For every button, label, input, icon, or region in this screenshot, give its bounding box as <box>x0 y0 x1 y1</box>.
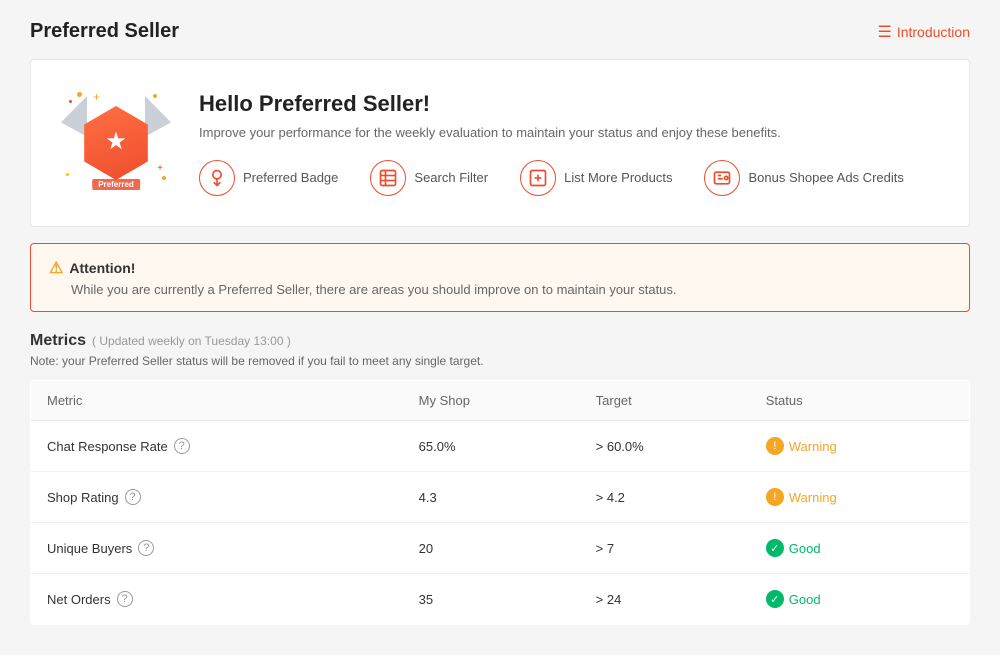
hero-description: Improve your performance for the weekly … <box>199 125 939 140</box>
ads-credits-label: Bonus Shopee Ads Credits <box>748 170 903 185</box>
ads-credits-icon <box>704 160 740 196</box>
list-products-label: List More Products <box>564 170 672 185</box>
cell-metric-name: Shop Rating ? <box>31 472 403 523</box>
attention-title: ⚠ Attention! <box>49 258 951 278</box>
col-header-myshop: My Shop <box>403 381 580 421</box>
metrics-section: Metrics ( Updated weekly on Tuesday 13:0… <box>30 332 970 625</box>
list-products-icon <box>520 160 556 196</box>
metrics-title: Metrics <box>30 332 86 350</box>
badge-text-label: Preferred <box>92 179 140 190</box>
cell-metric-name: Chat Response Rate ? <box>31 421 403 472</box>
cell-status: ! Warning <box>750 472 970 523</box>
search-filter-label: Search Filter <box>414 170 488 185</box>
metrics-header: Metrics ( Updated weekly on Tuesday 13:0… <box>30 332 970 350</box>
status-dot: ! <box>766 488 784 506</box>
status-badge: ! Warning <box>766 488 837 506</box>
attention-icon: ⚠ <box>49 258 63 278</box>
status-badge: ✓ Good <box>766 590 821 608</box>
hero-title: Hello Preferred Seller! <box>199 91 939 117</box>
benefits-row: Preferred Badge Search Filter <box>199 160 939 196</box>
cell-status: ! Warning <box>750 421 970 472</box>
list-icon: ☰ <box>877 22 891 42</box>
page-header: Preferred Seller ☰ Introduction <box>30 20 970 43</box>
help-icon[interactable]: ? <box>138 540 154 556</box>
cell-metric-name: Net Orders ? <box>31 574 403 625</box>
search-filter-icon <box>370 160 406 196</box>
table-row: Chat Response Rate ? 65.0% > 60.0% ! War… <box>31 421 970 472</box>
status-dot: ✓ <box>766 539 784 557</box>
cell-my-shop: 20 <box>403 523 580 574</box>
metrics-table: Metric My Shop Target Status Chat Respon… <box>30 380 970 625</box>
preferred-badge-icon <box>199 160 235 196</box>
status-label: Good <box>789 592 821 607</box>
introduction-link[interactable]: ☰ Introduction <box>877 22 970 42</box>
status-label: Warning <box>789 490 837 505</box>
preferred-badge-label: Preferred Badge <box>243 170 338 185</box>
metrics-subtitle: ( Updated weekly on Tuesday 13:00 ) <box>92 334 291 348</box>
status-label: Good <box>789 541 821 556</box>
help-icon[interactable]: ? <box>125 489 141 505</box>
cell-my-shop: 4.3 <box>403 472 580 523</box>
page-title: Preferred Seller <box>30 20 179 43</box>
help-icon[interactable]: ? <box>174 438 190 454</box>
hero-content: Hello Preferred Seller! Improve your per… <box>199 91 939 196</box>
preferred-badge-illustration: ★ Preferred + + <box>61 88 171 198</box>
page-wrapper: Preferred Seller ☰ Introduction ★ Prefer… <box>10 0 990 655</box>
status-label: Warning <box>789 439 837 454</box>
benefit-search-filter: Search Filter <box>370 160 488 196</box>
col-header-metric: Metric <box>31 381 403 421</box>
cell-target: > 60.0% <box>580 421 750 472</box>
attention-box: ⚠ Attention! While you are currently a P… <box>30 243 970 312</box>
benefit-ads-credits: Bonus Shopee Ads Credits <box>704 160 903 196</box>
cell-target: > 7 <box>580 523 750 574</box>
status-dot: ✓ <box>766 590 784 608</box>
cell-metric-name: Unique Buyers ? <box>31 523 403 574</box>
cell-status: ✓ Good <box>750 523 970 574</box>
table-header-row: Metric My Shop Target Status <box>31 381 970 421</box>
table-row: Unique Buyers ? 20 > 7 ✓ Good <box>31 523 970 574</box>
cell-target: > 24 <box>580 574 750 625</box>
benefit-preferred-badge: Preferred Badge <box>199 160 338 196</box>
benefit-list-products: List More Products <box>520 160 672 196</box>
help-icon[interactable]: ? <box>117 591 133 607</box>
col-header-status: Status <box>750 381 970 421</box>
status-dot: ! <box>766 437 784 455</box>
attention-text: While you are currently a Preferred Sell… <box>49 282 951 297</box>
status-badge: ! Warning <box>766 437 837 455</box>
cell-my-shop: 65.0% <box>403 421 580 472</box>
col-header-target: Target <box>580 381 750 421</box>
status-badge: ✓ Good <box>766 539 821 557</box>
cell-status: ✓ Good <box>750 574 970 625</box>
table-row: Shop Rating ? 4.3 > 4.2 ! Warning <box>31 472 970 523</box>
cell-my-shop: 35 <box>403 574 580 625</box>
cell-target: > 4.2 <box>580 472 750 523</box>
table-row: Net Orders ? 35 > 24 ✓ Good <box>31 574 970 625</box>
hero-card: ★ Preferred + + Hello Preferred Seller! … <box>30 59 970 227</box>
metrics-note: Note: your Preferred Seller status will … <box>30 354 970 368</box>
